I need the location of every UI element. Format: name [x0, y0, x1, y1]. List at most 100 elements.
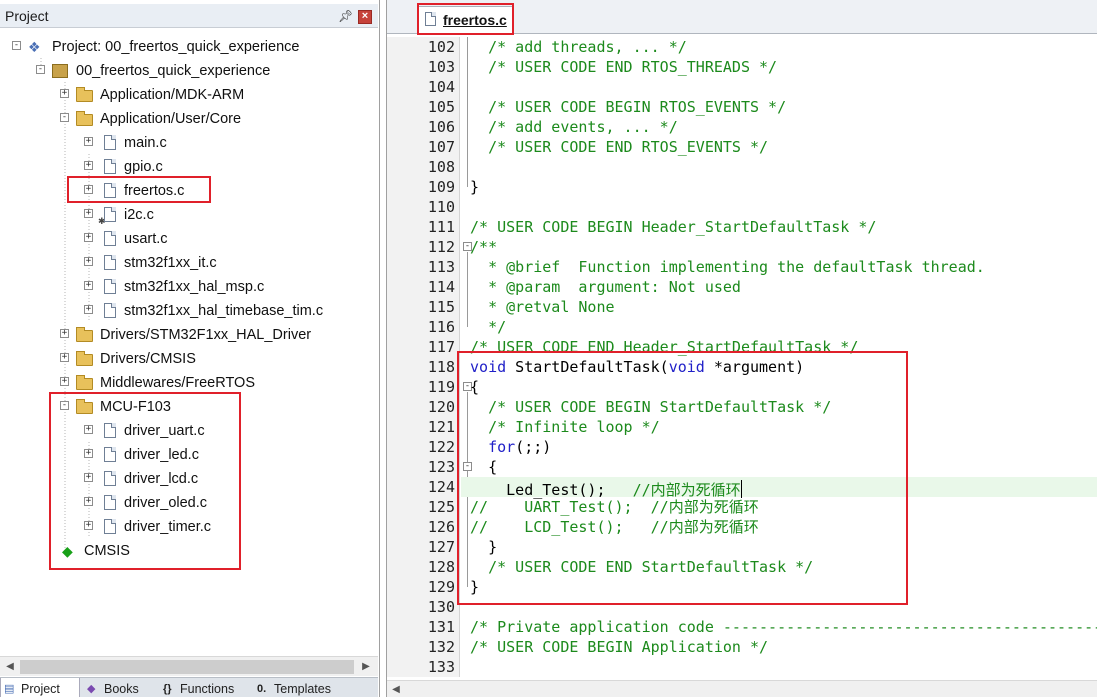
- line-number: 115: [427, 298, 455, 316]
- code-comment: /* USER CODE BEGIN RTOS_EVENTS */: [470, 98, 787, 116]
- scroll-right-arrow-icon[interactable]: ▶: [358, 659, 374, 675]
- line-number: 114: [427, 278, 455, 296]
- code-line[interactable]: /* USER CODE BEGIN RTOS_EVENTS */: [461, 97, 1097, 117]
- tab-books[interactable]: ◆ Books: [84, 678, 158, 697]
- tree-item[interactable]: - Application/User/Core: [0, 107, 378, 131]
- code-comment: /* add events, ... */: [470, 118, 678, 136]
- line-number: 128: [427, 558, 455, 576]
- tree-item[interactable]: + Drivers/STM32F1xx_HAL_Driver: [0, 323, 378, 347]
- code-line[interactable]: [461, 157, 1097, 177]
- tab-label: Project: [21, 682, 60, 696]
- line-number: 120: [427, 398, 455, 416]
- code-comment: /* USER CODE BEGIN Application */: [470, 638, 769, 656]
- folder-icon: [76, 375, 93, 390]
- code-line[interactable]: * @brief Function implementing the defau…: [461, 257, 1097, 277]
- code-line[interactable]: /* USER CODE END RTOS_EVENTS */: [461, 137, 1097, 157]
- books-icon: ◆: [87, 683, 96, 695]
- expand-icon[interactable]: +: [60, 353, 69, 362]
- collapse-icon[interactable]: -: [60, 113, 69, 122]
- code-line[interactable]: * @param argument: Not used: [461, 277, 1097, 297]
- code-line[interactable]: /* USER CODE BEGIN Header_StartDefaultTa…: [461, 217, 1097, 237]
- folder-icon: [76, 327, 93, 342]
- tree-item-label: stm32f1xx_hal_msp.c: [124, 279, 265, 295]
- project-horizontal-scrollbar[interactable]: ◀ ▶: [0, 656, 378, 676]
- tab-functions[interactable]: {} Functions: [160, 678, 250, 697]
- file-icon: [104, 231, 116, 246]
- tree-item-label: Drivers/CMSIS: [100, 351, 196, 367]
- code-line[interactable]: [461, 657, 1097, 677]
- code-comment: /* USER CODE BEGIN Header_StartDefaultTa…: [470, 218, 877, 236]
- tab-label: Books: [104, 682, 139, 696]
- line-number: 131: [427, 618, 455, 636]
- tab-templates[interactable]: 0. Templates: [254, 678, 354, 697]
- line-number: 126: [427, 518, 455, 536]
- code-line[interactable]: }: [461, 177, 1097, 197]
- tree-item[interactable]: + usart.c: [0, 227, 378, 251]
- scroll-left-arrow-icon[interactable]: ◀: [2, 659, 18, 675]
- expand-icon[interactable]: +: [84, 161, 93, 170]
- folder-icon: [76, 111, 93, 126]
- editor-horizontal-scrollbar[interactable]: ◀: [387, 680, 1097, 697]
- code-line[interactable]: /**: [461, 237, 1097, 257]
- code-line[interactable]: [461, 197, 1097, 217]
- code-line[interactable]: /* USER CODE BEGIN Application */: [461, 637, 1097, 657]
- collapse-icon[interactable]: -: [36, 65, 45, 74]
- code-comment: * @brief Function implementing the defau…: [470, 258, 985, 276]
- collapse-icon[interactable]: -: [12, 41, 21, 50]
- folder-icon: [76, 87, 93, 102]
- line-number: 106: [427, 118, 455, 136]
- tree-item-label: Application/MDK-ARM: [100, 87, 245, 103]
- code-text: }: [470, 178, 480, 196]
- tree-item-label: i2c.c: [124, 207, 154, 223]
- tab-project[interactable]: ▤ Project: [0, 678, 80, 697]
- expand-icon[interactable]: +: [60, 329, 69, 338]
- tree-item-label: Application/User/Core: [100, 111, 242, 127]
- target-icon: [52, 64, 68, 78]
- project-icon: ❖: [28, 39, 41, 55]
- file-icon: [104, 255, 116, 270]
- code-line[interactable]: /* Private application code ------------…: [461, 617, 1097, 637]
- expand-icon[interactable]: +: [60, 89, 69, 98]
- panel-bottom-tabs: ▤ Project ◆ Books {} Functions 0. Templa…: [0, 677, 378, 697]
- code-line[interactable]: [461, 77, 1097, 97]
- scroll-left-arrow-icon[interactable]: ◀: [389, 683, 403, 697]
- code-line[interactable]: * @retval None: [461, 297, 1097, 317]
- expand-icon[interactable]: +: [84, 137, 93, 146]
- tree-item[interactable]: - 00_freertos_quick_experience: [0, 59, 378, 83]
- expand-icon[interactable]: +: [84, 233, 93, 242]
- code-line[interactable]: /* add threads, ... */: [461, 37, 1097, 57]
- tree-item[interactable]: + ✱ i2c.c: [0, 203, 378, 227]
- tree-item-label: stm32f1xx_it.c: [124, 255, 217, 271]
- pin-icon[interactable]: 📌︎: [338, 9, 353, 23]
- line-number: 116: [427, 318, 455, 336]
- line-number: 130: [427, 598, 455, 616]
- line-number: 111: [427, 218, 455, 236]
- code-line[interactable]: /* add events, ... */: [461, 117, 1097, 137]
- expand-icon[interactable]: +: [60, 377, 69, 386]
- line-number: 132: [427, 638, 455, 656]
- project-panel-title: Project: [5, 8, 49, 24]
- code-comment: /* add threads, ... */: [470, 38, 687, 56]
- scrollbar-thumb[interactable]: [20, 660, 354, 674]
- tree-item[interactable]: + Application/MDK-ARM: [0, 83, 378, 107]
- expand-icon[interactable]: +: [84, 305, 93, 314]
- tree-item[interactable]: + main.c: [0, 131, 378, 155]
- expand-icon[interactable]: +: [84, 257, 93, 266]
- code-line[interactable]: /* USER CODE END RTOS_THREADS */: [461, 57, 1097, 77]
- close-icon[interactable]: ×: [358, 10, 372, 24]
- tree-item[interactable]: + stm32f1xx_hal_msp.c: [0, 275, 378, 299]
- code-comment: /**: [470, 238, 498, 256]
- line-number: 133: [427, 658, 455, 676]
- tree-item[interactable]: + stm32f1xx_it.c: [0, 251, 378, 275]
- tree-item[interactable]: + Drivers/CMSIS: [0, 347, 378, 371]
- functions-icon: {}: [163, 683, 172, 695]
- tree-item[interactable]: - ❖ Project: 00_freertos_quick_experience: [0, 35, 378, 59]
- tree-item-label: usart.c: [124, 231, 168, 247]
- expand-icon[interactable]: +: [84, 281, 93, 290]
- line-number: 119: [427, 378, 455, 396]
- expand-icon[interactable]: +: [84, 209, 93, 218]
- line-number: 107: [427, 138, 455, 156]
- tree-item[interactable]: + stm32f1xx_hal_timebase_tim.c: [0, 299, 378, 323]
- line-number: 117: [427, 338, 455, 356]
- code-line[interactable]: */: [461, 317, 1097, 337]
